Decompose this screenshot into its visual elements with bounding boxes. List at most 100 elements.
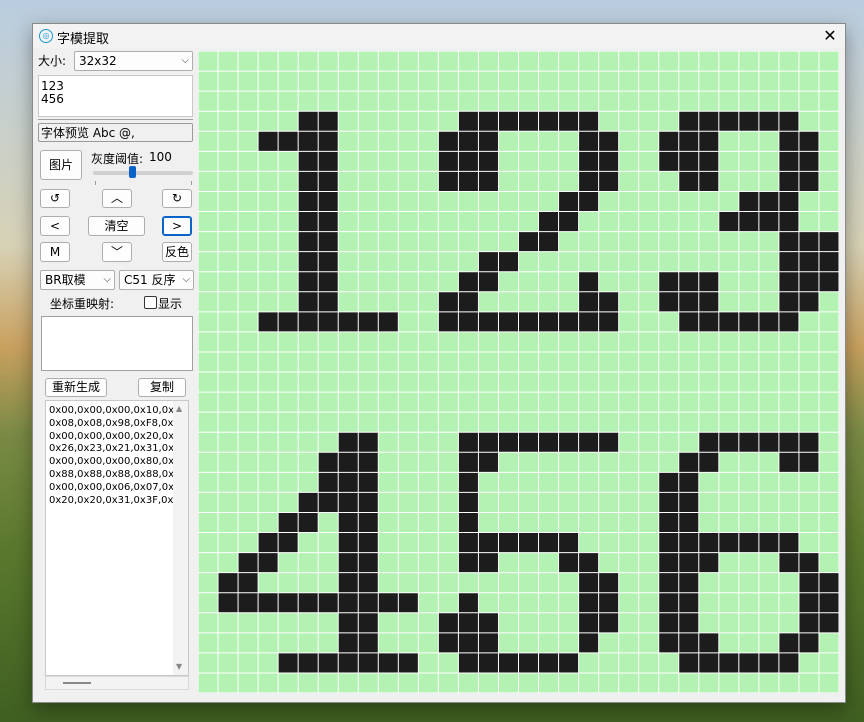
close-icon[interactable]: ✕ xyxy=(815,24,845,48)
pixel-on[interactable] xyxy=(358,472,379,493)
rotate-left-button[interactable]: ↺ xyxy=(40,189,70,208)
regenerate-button[interactable]: 重新生成 xyxy=(45,378,107,397)
pixel-on[interactable] xyxy=(338,512,359,533)
pixel-on[interactable] xyxy=(578,612,599,633)
pixel-on[interactable] xyxy=(658,572,679,593)
pixel-on[interactable] xyxy=(258,592,279,613)
pixel-on[interactable] xyxy=(378,311,399,332)
pixel-on[interactable] xyxy=(678,512,699,533)
scroll-up-icon[interactable]: ▲ xyxy=(176,404,182,413)
pixel-on[interactable] xyxy=(758,211,779,232)
pixel-on[interactable] xyxy=(498,251,519,272)
pixel-on[interactable] xyxy=(798,612,819,633)
pixel-on[interactable] xyxy=(798,171,819,192)
glyph-grid[interactable] xyxy=(197,50,840,694)
pixel-on[interactable] xyxy=(678,632,699,653)
pixel-on[interactable] xyxy=(798,632,819,653)
pixel-on[interactable] xyxy=(318,111,339,132)
pixel-on[interactable] xyxy=(538,231,559,252)
pixel-on[interactable] xyxy=(478,171,499,192)
pixel-on[interactable] xyxy=(558,532,579,553)
pixel-on[interactable] xyxy=(758,652,779,673)
pixel-on[interactable] xyxy=(698,632,719,653)
pixel-on[interactable] xyxy=(698,131,719,152)
pixel-on[interactable] xyxy=(798,131,819,152)
pixel-on[interactable] xyxy=(358,652,379,673)
pixel-on[interactable] xyxy=(678,171,699,192)
pixel-on[interactable] xyxy=(458,131,479,152)
pixel-on[interactable] xyxy=(818,572,839,593)
invert-button[interactable]: 反色 xyxy=(162,242,192,262)
pixel-on[interactable] xyxy=(278,131,299,152)
pixel-on[interactable] xyxy=(778,171,799,192)
pixel-on[interactable] xyxy=(718,211,739,232)
pixel-on[interactable] xyxy=(358,492,379,513)
pixel-on[interactable] xyxy=(478,151,499,172)
pixel-on[interactable] xyxy=(298,311,319,332)
pixel-on[interactable] xyxy=(518,111,539,132)
pixel-on[interactable] xyxy=(798,251,819,272)
pixel-on[interactable] xyxy=(258,311,279,332)
pixel-on[interactable] xyxy=(358,612,379,633)
pixel-on[interactable] xyxy=(718,532,739,553)
pixel-on[interactable] xyxy=(298,492,319,513)
scroll-down-icon[interactable]: ▼ xyxy=(176,662,182,671)
pixel-on[interactable] xyxy=(778,131,799,152)
pixel-on[interactable] xyxy=(798,432,819,453)
pixel-on[interactable] xyxy=(678,131,699,152)
pixel-on[interactable] xyxy=(698,532,719,553)
pixel-on[interactable] xyxy=(298,271,319,292)
pixel-on[interactable] xyxy=(438,291,459,312)
output-scrollbar[interactable]: ▲ ▼ xyxy=(173,401,188,675)
pixel-on[interactable] xyxy=(318,251,339,272)
pixel-on[interactable] xyxy=(498,532,519,553)
pixel-on[interactable] xyxy=(798,231,819,252)
pixel-on[interactable] xyxy=(338,532,359,553)
pixel-on[interactable] xyxy=(538,432,559,453)
pixel-on[interactable] xyxy=(778,251,799,272)
pixel-on[interactable] xyxy=(258,532,279,553)
pixel-on[interactable] xyxy=(458,492,479,513)
pixel-on[interactable] xyxy=(478,251,499,272)
pixel-on[interactable] xyxy=(818,612,839,633)
mirror-button[interactable]: M xyxy=(40,242,70,262)
pixel-on[interactable] xyxy=(678,592,699,613)
pixel-on[interactable] xyxy=(258,131,279,152)
pixel-on[interactable] xyxy=(758,191,779,212)
pixel-on[interactable] xyxy=(378,592,399,613)
pixel-on[interactable] xyxy=(478,452,499,473)
char-input[interactable]: 123 456 xyxy=(38,75,193,117)
pixel-on[interactable] xyxy=(478,612,499,633)
pixel-on[interactable] xyxy=(778,151,799,172)
order-select[interactable]: C51 反序 ⌵ xyxy=(119,270,194,290)
pixel-on[interactable] xyxy=(598,592,619,613)
pixel-on[interactable] xyxy=(518,311,539,332)
pixel-on[interactable] xyxy=(718,432,739,453)
pixel-on[interactable] xyxy=(318,131,339,152)
pixel-on[interactable] xyxy=(818,592,839,613)
pixel-on[interactable] xyxy=(458,151,479,172)
pixel-on[interactable] xyxy=(238,552,259,573)
pixel-on[interactable] xyxy=(538,211,559,232)
pixel-on[interactable] xyxy=(718,311,739,332)
pixel-on[interactable] xyxy=(518,652,539,673)
pixel-on[interactable] xyxy=(438,632,459,653)
pixel-on[interactable] xyxy=(598,171,619,192)
pixel-on[interactable] xyxy=(658,271,679,292)
pixel-on[interactable] xyxy=(478,311,499,332)
pixel-on[interactable] xyxy=(278,652,299,673)
pixel-on[interactable] xyxy=(798,572,819,593)
pixel-on[interactable] xyxy=(678,612,699,633)
pixel-on[interactable] xyxy=(338,472,359,493)
pixel-on[interactable] xyxy=(238,592,259,613)
pixel-on[interactable] xyxy=(698,151,719,172)
pixel-on[interactable] xyxy=(338,311,359,332)
pixel-on[interactable] xyxy=(578,171,599,192)
image-button[interactable]: 图片 xyxy=(40,150,82,180)
pixel-on[interactable] xyxy=(658,612,679,633)
pixel-on[interactable] xyxy=(578,291,599,312)
pixel-on[interactable] xyxy=(698,111,719,132)
pixel-on[interactable] xyxy=(678,291,699,312)
pixel-on[interactable] xyxy=(338,552,359,573)
pixel-on[interactable] xyxy=(738,111,759,132)
